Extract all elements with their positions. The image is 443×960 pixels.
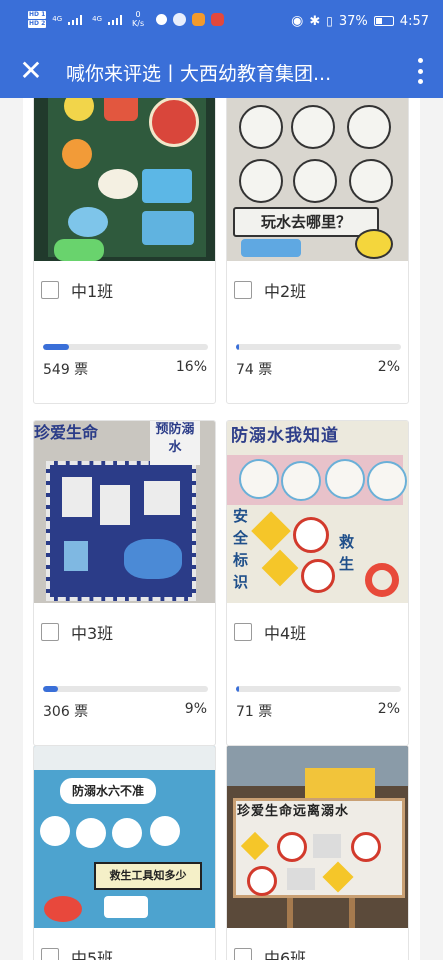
vote-card-1[interactable]: 中1班 549 票 16% xyxy=(33,98,216,404)
battery-icon xyxy=(373,16,394,26)
vote-count-2: 74 票 xyxy=(236,362,273,378)
photo-caption-5a: 防溺水六不准 xyxy=(60,778,156,804)
vote-progress-fill-3 xyxy=(43,686,58,692)
vibrate-icon: ▯ xyxy=(326,14,333,28)
eye-icon: ◉ xyxy=(291,13,304,29)
photo-caption-4c: 救生 xyxy=(339,533,355,573)
network-hd-icon: HD 1 HD 2 xyxy=(28,10,47,28)
speed-unit: K/s xyxy=(132,19,145,28)
location-app-icon xyxy=(156,13,168,25)
vote-card-5[interactable]: 防溺水六不准 救生工具知多少 中5班 xyxy=(33,745,216,960)
page-title: 喊你来评选丨大西幼教育集团... xyxy=(66,63,332,85)
signal-icon xyxy=(68,13,86,25)
vote-percent-3: 9% xyxy=(184,701,207,717)
photo-caption-2: 玩水去哪里？ xyxy=(233,207,379,237)
vote-count-1: 549 票 xyxy=(43,362,89,378)
vote-percent-2: 2% xyxy=(377,359,400,375)
more-menu-icon[interactable] xyxy=(417,58,423,84)
close-icon[interactable]: ✕ xyxy=(16,56,46,86)
vote-option-3[interactable]: 中3班 xyxy=(41,620,113,644)
vote-progress-fill-2 xyxy=(236,344,240,350)
vote-progress-1 xyxy=(43,344,208,350)
vote-progress-2 xyxy=(236,344,401,350)
class-photo-3[interactable]: 珍爱生命 预防溺水 xyxy=(34,421,215,603)
class-name-2: 中2班 xyxy=(264,282,307,301)
photo-caption-6a: 珍爱生命远离溺水 xyxy=(237,804,350,819)
app-bar: ✕ 喊你来评选丨大西幼教育集团... xyxy=(0,46,443,98)
vote-option-1[interactable]: 中1班 xyxy=(41,278,113,302)
photo-caption-5b: 救生工具知多少 xyxy=(94,862,202,890)
photo-caption-3a: 珍爱生命 xyxy=(34,423,99,442)
class-photo-5[interactable]: 防溺水六不准 救生工具知多少 xyxy=(34,746,215,928)
orange-app-icon xyxy=(192,12,206,26)
class-name-1: 中1班 xyxy=(71,282,114,301)
class-photo-2[interactable]: 玩水去哪里？ xyxy=(227,98,408,261)
photo-caption-4a: 防溺水我知道 xyxy=(231,426,339,446)
vote-checkbox-3[interactable] xyxy=(41,623,59,641)
photo-caption-3b: 预防溺水 xyxy=(150,421,200,465)
vote-progress-fill-4 xyxy=(236,686,240,692)
vote-card-6[interactable]: 珍爱生命远离溺水 中6班 xyxy=(226,745,409,960)
vote-progress-4 xyxy=(236,686,401,692)
vote-card-3[interactable]: 珍爱生命 预防溺水 中3班 306 票 9% xyxy=(33,420,216,746)
class-photo-6[interactable]: 珍爱生命远离溺水 xyxy=(227,746,408,928)
red-app-icon xyxy=(211,12,225,26)
hd2-label: HD 2 xyxy=(28,19,47,28)
vote-checkbox-1[interactable] xyxy=(41,281,59,299)
vote-card-2[interactable]: 玩水去哪里？ 中2班 74 票 2% xyxy=(226,98,409,404)
vote-card-4[interactable]: 防溺水我知道 安全标识 救生 中4班 71 票 2% xyxy=(226,420,409,746)
class-photo-4[interactable]: 防溺水我知道 安全标识 救生 xyxy=(227,421,408,603)
signal-icon-2 xyxy=(108,13,126,25)
vote-option-4[interactable]: 中4班 xyxy=(234,620,306,644)
hd1-label: HD 1 xyxy=(28,10,47,19)
vote-count-4: 71 票 xyxy=(236,704,273,720)
vote-checkbox-6[interactable] xyxy=(234,948,252,960)
browser-app-icon xyxy=(173,12,187,26)
vote-option-2[interactable]: 中2班 xyxy=(234,278,306,302)
network-speed: 0 K/s xyxy=(132,10,144,28)
photo-caption-4b: 安全标识 xyxy=(233,507,249,591)
bluetooth-icon: ✱ xyxy=(309,13,321,29)
battery-percent: 37% xyxy=(338,13,368,29)
signal-a-label: 4G xyxy=(52,15,63,23)
signal-b-label: 4G xyxy=(92,15,103,23)
vote-option-6[interactable]: 中6班 xyxy=(234,945,306,960)
class-name-5: 中5班 xyxy=(71,949,114,960)
vote-percent-1: 16% xyxy=(175,359,207,375)
class-photo-1[interactable] xyxy=(34,98,215,261)
class-name-3: 中3班 xyxy=(71,624,114,643)
vote-progress-3 xyxy=(43,686,208,692)
clock: 4:57 xyxy=(399,13,429,29)
vote-checkbox-2[interactable] xyxy=(234,281,252,299)
class-name-4: 中4班 xyxy=(264,624,307,643)
vote-list[interactable]: 中1班 549 票 16% 玩水去哪里？ 中2班 74 票 2% 珍爱生命 预防… xyxy=(23,98,420,960)
speed-value: 0 xyxy=(135,10,141,19)
vote-percent-4: 2% xyxy=(377,701,400,717)
vote-option-5[interactable]: 中5班 xyxy=(41,945,113,960)
vote-count-3: 306 票 xyxy=(43,704,89,720)
vote-progress-fill-1 xyxy=(43,344,70,350)
vote-checkbox-5[interactable] xyxy=(41,948,59,960)
status-bar: HD 1 HD 2 4G 4G 0 K/s ◉ ✱ ▯ 37% 4:57 xyxy=(0,0,443,46)
vote-checkbox-4[interactable] xyxy=(234,623,252,641)
class-name-6: 中6班 xyxy=(264,949,307,960)
